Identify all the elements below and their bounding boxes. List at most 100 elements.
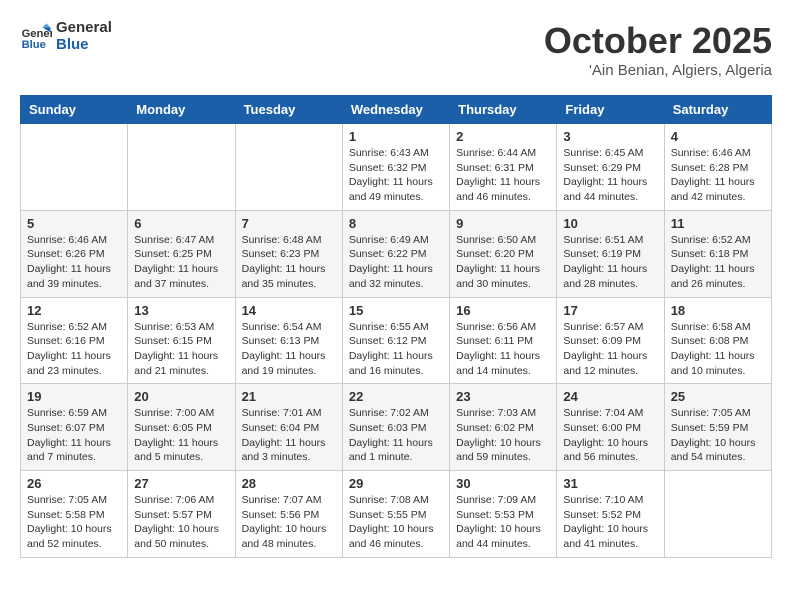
weekday-row: SundayMondayTuesdayWednesdayThursdayFrid… xyxy=(21,96,772,124)
calendar-cell: 29Sunrise: 7:08 AM Sunset: 5:55 PM Dayli… xyxy=(342,471,449,558)
day-number: 11 xyxy=(671,216,765,231)
day-info: Sunrise: 6:58 AM Sunset: 6:08 PM Dayligh… xyxy=(671,320,765,379)
day-number: 16 xyxy=(456,303,550,318)
calendar-cell xyxy=(128,124,235,211)
day-info: Sunrise: 6:45 AM Sunset: 6:29 PM Dayligh… xyxy=(563,146,657,205)
calendar-cell: 3 Sunrise: 6:45 AM Sunset: 6:29 PM Daylig… xyxy=(557,124,664,211)
day-info: Sunrise: 6:52 AM Sunset: 6:18 PM Dayligh… xyxy=(671,233,765,292)
calendar-cell: 22Sunrise: 7:02 AM Sunset: 6:03 PM Dayli… xyxy=(342,384,449,471)
calendar-week-row: 12Sunrise: 6:52 AM Sunset: 6:16 PM Dayli… xyxy=(21,297,772,384)
day-info: Sunrise: 7:01 AM Sunset: 6:04 PM Dayligh… xyxy=(242,406,336,465)
day-number: 3 xyxy=(563,129,657,144)
calendar-cell: 14 Sunrise: 6:54 AM Sunset: 6:13 PM Dayli… xyxy=(235,297,342,384)
day-number: 22 xyxy=(349,389,443,404)
day-info: Sunrise: 7:10 AM Sunset: 5:52 PM Dayligh… xyxy=(563,493,657,552)
calendar-cell: 11 Sunrise: 6:52 AM Sunset: 6:18 PM Dayli… xyxy=(664,210,771,297)
day-info: Sunrise: 7:05 AM Sunset: 5:59 PM Dayligh… xyxy=(671,406,765,465)
calendar-week-row: 26 Sunrise: 7:05 AM Sunset: 5:58 PM Dayli… xyxy=(21,471,772,558)
day-info: Sunrise: 7:07 AM Sunset: 5:56 PM Dayligh… xyxy=(242,493,336,552)
calendar-cell: 7 Sunrise: 6:48 AM Sunset: 6:23 PM Daylig… xyxy=(235,210,342,297)
weekday-header: Friday xyxy=(557,96,664,124)
day-info: Sunrise: 6:47 AM Sunset: 6:25 PM Dayligh… xyxy=(134,233,228,292)
calendar-cell: 30 Sunrise: 7:09 AM Sunset: 5:53 PM Dayli… xyxy=(450,471,557,558)
calendar-week-row: 19Sunrise: 6:59 AM Sunset: 6:07 PM Dayli… xyxy=(21,384,772,471)
day-number: 28 xyxy=(242,476,336,491)
calendar-cell: 6Sunrise: 6:47 AM Sunset: 6:25 PM Daylig… xyxy=(128,210,235,297)
calendar-week-row: 1 Sunrise: 6:43 AM Sunset: 6:32 PM Daylig… xyxy=(21,124,772,211)
day-number: 27 xyxy=(134,476,228,491)
day-number: 31 xyxy=(563,476,657,491)
day-info: Sunrise: 6:48 AM Sunset: 6:23 PM Dayligh… xyxy=(242,233,336,292)
calendar-cell: 27Sunrise: 7:06 AM Sunset: 5:57 PM Dayli… xyxy=(128,471,235,558)
title-block: October 2025 'Ain Benian, Algiers, Alger… xyxy=(544,20,772,79)
day-info: Sunrise: 7:05 AM Sunset: 5:58 PM Dayligh… xyxy=(27,493,121,552)
calendar-week-row: 5Sunrise: 6:46 AM Sunset: 6:26 PM Daylig… xyxy=(21,210,772,297)
day-number: 14 xyxy=(242,303,336,318)
calendar-cell: 21Sunrise: 7:01 AM Sunset: 6:04 PM Dayli… xyxy=(235,384,342,471)
calendar-table: SundayMondayTuesdayWednesdayThursdayFrid… xyxy=(20,95,772,558)
location-subtitle: 'Ain Benian, Algiers, Algeria xyxy=(544,62,772,79)
calendar-cell: 13Sunrise: 6:53 AM Sunset: 6:15 PM Dayli… xyxy=(128,297,235,384)
logo-icon: General Blue xyxy=(20,21,52,53)
day-number: 24 xyxy=(563,389,657,404)
day-info: Sunrise: 6:56 AM Sunset: 6:11 PM Dayligh… xyxy=(456,320,550,379)
calendar-cell: 15Sunrise: 6:55 AM Sunset: 6:12 PM Dayli… xyxy=(342,297,449,384)
day-number: 1 xyxy=(349,129,443,144)
day-info: Sunrise: 6:57 AM Sunset: 6:09 PM Dayligh… xyxy=(563,320,657,379)
logo-blue: Blue xyxy=(56,37,112,54)
day-info: Sunrise: 6:49 AM Sunset: 6:22 PM Dayligh… xyxy=(349,233,443,292)
day-number: 18 xyxy=(671,303,765,318)
svg-text:Blue: Blue xyxy=(22,39,46,51)
weekday-header: Tuesday xyxy=(235,96,342,124)
calendar-cell: 23Sunrise: 7:03 AM Sunset: 6:02 PM Dayli… xyxy=(450,384,557,471)
month-title: October 2025 xyxy=(544,20,772,62)
day-info: Sunrise: 6:51 AM Sunset: 6:19 PM Dayligh… xyxy=(563,233,657,292)
calendar-cell: 28 Sunrise: 7:07 AM Sunset: 5:56 PM Dayli… xyxy=(235,471,342,558)
day-info: Sunrise: 6:53 AM Sunset: 6:15 PM Dayligh… xyxy=(134,320,228,379)
weekday-header: Monday xyxy=(128,96,235,124)
day-number: 17 xyxy=(563,303,657,318)
calendar-cell xyxy=(21,124,128,211)
day-number: 30 xyxy=(456,476,550,491)
weekday-header: Wednesday xyxy=(342,96,449,124)
day-info: Sunrise: 7:09 AM Sunset: 5:53 PM Dayligh… xyxy=(456,493,550,552)
day-number: 10 xyxy=(563,216,657,231)
calendar-cell: 16 Sunrise: 6:56 AM Sunset: 6:11 PM Dayli… xyxy=(450,297,557,384)
day-number: 2 xyxy=(456,129,550,144)
calendar-cell: 18 Sunrise: 6:58 AM Sunset: 6:08 PM Dayli… xyxy=(664,297,771,384)
day-info: Sunrise: 7:08 AM Sunset: 5:55 PM Dayligh… xyxy=(349,493,443,552)
calendar-cell: 17 Sunrise: 6:57 AM Sunset: 6:09 PM Dayli… xyxy=(557,297,664,384)
weekday-header: Thursday xyxy=(450,96,557,124)
day-info: Sunrise: 6:46 AM Sunset: 6:26 PM Dayligh… xyxy=(27,233,121,292)
day-number: 15 xyxy=(349,303,443,318)
day-number: 7 xyxy=(242,216,336,231)
weekday-header: Sunday xyxy=(21,96,128,124)
day-number: 9 xyxy=(456,216,550,231)
day-number: 20 xyxy=(134,389,228,404)
day-info: Sunrise: 7:03 AM Sunset: 6:02 PM Dayligh… xyxy=(456,406,550,465)
day-number: 8 xyxy=(349,216,443,231)
calendar-cell xyxy=(664,471,771,558)
calendar-cell: 20 Sunrise: 7:00 AM Sunset: 6:05 PM Dayli… xyxy=(128,384,235,471)
calendar-cell xyxy=(235,124,342,211)
day-info: Sunrise: 6:52 AM Sunset: 6:16 PM Dayligh… xyxy=(27,320,121,379)
calendar-cell: 24 Sunrise: 7:04 AM Sunset: 6:00 PM Dayli… xyxy=(557,384,664,471)
day-info: Sunrise: 6:46 AM Sunset: 6:28 PM Dayligh… xyxy=(671,146,765,205)
calendar-cell: 19Sunrise: 6:59 AM Sunset: 6:07 PM Dayli… xyxy=(21,384,128,471)
calendar-cell: 4 Sunrise: 6:46 AM Sunset: 6:28 PM Daylig… xyxy=(664,124,771,211)
calendar-cell: 5Sunrise: 6:46 AM Sunset: 6:26 PM Daylig… xyxy=(21,210,128,297)
day-info: Sunrise: 7:04 AM Sunset: 6:00 PM Dayligh… xyxy=(563,406,657,465)
day-info: Sunrise: 6:50 AM Sunset: 6:20 PM Dayligh… xyxy=(456,233,550,292)
weekday-header: Saturday xyxy=(664,96,771,124)
day-info: Sunrise: 6:43 AM Sunset: 6:32 PM Dayligh… xyxy=(349,146,443,205)
calendar-cell: 10 Sunrise: 6:51 AM Sunset: 6:19 PM Dayli… xyxy=(557,210,664,297)
logo-general: General xyxy=(56,20,112,37)
day-info: Sunrise: 6:54 AM Sunset: 6:13 PM Dayligh… xyxy=(242,320,336,379)
day-info: Sunrise: 7:00 AM Sunset: 6:05 PM Dayligh… xyxy=(134,406,228,465)
day-number: 26 xyxy=(27,476,121,491)
day-number: 4 xyxy=(671,129,765,144)
calendar-cell: 26 Sunrise: 7:05 AM Sunset: 5:58 PM Dayli… xyxy=(21,471,128,558)
calendar-cell: 12Sunrise: 6:52 AM Sunset: 6:16 PM Dayli… xyxy=(21,297,128,384)
day-number: 25 xyxy=(671,389,765,404)
calendar-cell: 31 Sunrise: 7:10 AM Sunset: 5:52 PM Dayli… xyxy=(557,471,664,558)
